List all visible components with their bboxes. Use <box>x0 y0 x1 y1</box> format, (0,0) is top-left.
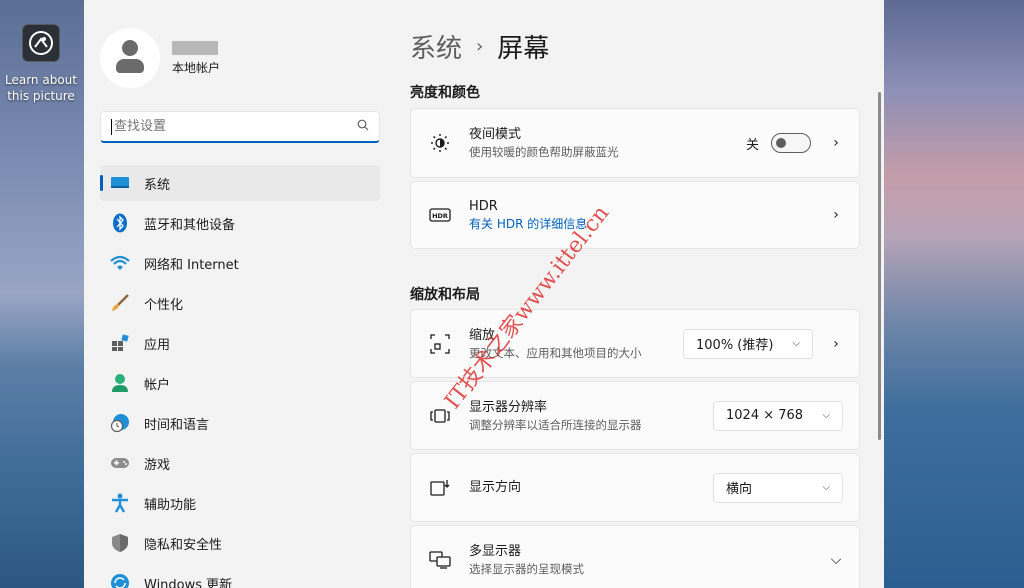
shield-icon <box>110 533 130 553</box>
sidebar-item-label: 蓝牙和其他设备 <box>144 217 236 233</box>
brush-icon <box>110 293 130 313</box>
update-icon <box>110 573 130 588</box>
night-light-toggle-state: 关 <box>745 137 759 153</box>
sidebar-item-privacy[interactable]: 隐私和安全性 <box>100 525 380 561</box>
chevron-down-icon: ⌵ <box>822 410 830 421</box>
wifi-icon <box>110 253 130 273</box>
scrollbar[interactable] <box>878 92 881 440</box>
avatar <box>100 28 160 88</box>
sidebar-item-label: 时间和语言 <box>144 417 210 433</box>
sidebar-item-label: 隐私和安全性 <box>144 537 223 553</box>
night-light-subtitle: 使用较暖的颜色帮助屏蔽蓝光 <box>469 145 619 159</box>
search-icon[interactable] <box>357 119 369 135</box>
breadcrumb: 系统 › 屏幕 <box>410 28 549 65</box>
sidebar-item-label: 系统 <box>144 177 171 193</box>
gamepad-icon <box>110 453 130 473</box>
multi-display-title: 多显示器 <box>469 543 522 559</box>
text-caret <box>111 118 112 135</box>
accessibility-icon <box>110 493 130 513</box>
hdr-icon: HDR <box>429 204 451 226</box>
camera-lens-icon <box>22 24 60 62</box>
sidebar-item-network[interactable]: 网络和 Internet <box>100 245 380 281</box>
night-light-icon <box>429 132 451 154</box>
multi-display-icon <box>429 549 451 571</box>
resolution-icon <box>429 405 451 427</box>
sidebar-item-personalization[interactable]: 个性化 <box>100 285 380 321</box>
globe-clock-icon <box>110 413 130 433</box>
chevron-down-icon: ⌵ <box>792 338 800 349</box>
chevron-right-icon[interactable]: › <box>829 135 843 151</box>
sidebar-item-label: 网络和 Internet <box>144 257 239 273</box>
sidebar-item-label: 帐户 <box>144 377 171 393</box>
sidebar-item-system[interactable]: 系统 <box>100 165 380 201</box>
sidebar-item-label: 游戏 <box>144 457 171 473</box>
breadcrumb-parent[interactable]: 系统 <box>410 28 462 65</box>
night-light-title: 夜间模式 <box>469 127 522 142</box>
sidebar-item-accounts[interactable]: 帐户 <box>100 365 380 401</box>
sidebar-item-label: 应用 <box>144 337 171 353</box>
orientation-icon <box>429 477 451 499</box>
sidebar-item-label: 辅助功能 <box>144 497 197 513</box>
apps-icon <box>110 333 130 353</box>
section-title-scale-layout: 缩放和布局 <box>410 287 480 303</box>
desktop-icon-label: Learn about this picture <box>5 73 77 103</box>
orientation-value: 横向 <box>726 482 753 497</box>
settings-window: 本地帐户 系统 蓝牙和其他设备 <box>84 0 884 588</box>
search-input[interactable] <box>114 119 357 134</box>
chevron-down-icon[interactable]: ⌵ <box>829 552 843 568</box>
section-title-brightness: 亮度和颜色 <box>410 85 480 101</box>
orientation-card[interactable]: 显示方向 横向 ⌵ <box>410 453 860 522</box>
sidebar-item-accessibility[interactable]: 辅助功能 <box>100 485 380 521</box>
multi-display-subtitle: 选择显示器的呈现模式 <box>469 561 584 576</box>
nav-list: 系统 蓝牙和其他设备 网络和 Internet 个性化 应用 帐户 时间和语言 … <box>100 165 380 588</box>
sidebar-item-apps[interactable]: 应用 <box>100 325 380 361</box>
sidebar-item-windows-update[interactable]: Windows 更新 <box>100 565 380 588</box>
orientation-dropdown[interactable]: 横向 ⌵ <box>713 472 843 503</box>
chevron-right-icon[interactable]: › <box>829 207 843 223</box>
sidebar-item-gaming[interactable]: 游戏 <box>100 445 380 481</box>
profile[interactable]: 本地帐户 <box>100 28 220 88</box>
orientation-title: 显示方向 <box>469 479 522 495</box>
hdr-info-link[interactable]: 有关 HDR 的详细信息 <box>469 216 829 232</box>
monitor-icon <box>110 173 130 193</box>
sidebar-item-bluetooth[interactable]: 蓝牙和其他设备 <box>100 205 380 241</box>
resolution-value: 1024 × 768 <box>726 408 804 423</box>
night-light-toggle[interactable] <box>771 133 811 153</box>
chevron-right-icon: › <box>476 36 484 57</box>
svg-text:HDR: HDR <box>432 212 448 220</box>
hdr-title: HDR <box>469 199 498 214</box>
resolution-dropdown[interactable]: 1024 × 768 ⌵ <box>713 400 843 431</box>
sidebar-item-label: 个性化 <box>144 297 184 313</box>
scale-value: 100% (推荐) <box>696 338 774 353</box>
scale-dropdown[interactable]: 100% (推荐) ⌵ <box>683 328 813 359</box>
page-title: 屏幕 <box>497 34 550 64</box>
scale-icon <box>429 333 451 355</box>
night-light-card[interactable]: 夜间模式 使用较暖的颜色帮助屏蔽蓝光 关 › <box>410 108 860 178</box>
sidebar-item-time-language[interactable]: 时间和语言 <box>100 405 380 441</box>
resolution-title: 显示器分辨率 <box>469 399 548 415</box>
resolution-subtitle: 调整分辨率以适合所连接的显示器 <box>469 417 642 432</box>
search-box[interactable] <box>100 111 380 143</box>
person-icon <box>110 373 130 393</box>
learn-about-picture-shortcut[interactable]: Learn about this picture <box>0 24 82 104</box>
bluetooth-icon <box>110 213 130 233</box>
chevron-right-icon[interactable]: › <box>829 336 843 352</box>
multi-display-card[interactable]: 多显示器 选择显示器的呈现模式 ⌵ <box>410 525 860 588</box>
sidebar: 本地帐户 系统 蓝牙和其他设备 <box>84 0 394 588</box>
account-type: 本地帐户 <box>172 60 221 75</box>
chevron-down-icon: ⌵ <box>822 482 830 493</box>
main-content: 系统 › 屏幕 亮度和颜色 夜间模式 使用较暖的颜色帮助屏蔽蓝光 关 › HDR… <box>410 0 860 588</box>
hdr-card[interactable]: HDR HDR 有关 HDR 的详细信息 › <box>410 181 860 249</box>
desktop-wallpaper-right <box>884 0 1024 588</box>
profile-name-redacted <box>172 40 218 55</box>
sidebar-item-label: Windows 更新 <box>144 577 233 588</box>
